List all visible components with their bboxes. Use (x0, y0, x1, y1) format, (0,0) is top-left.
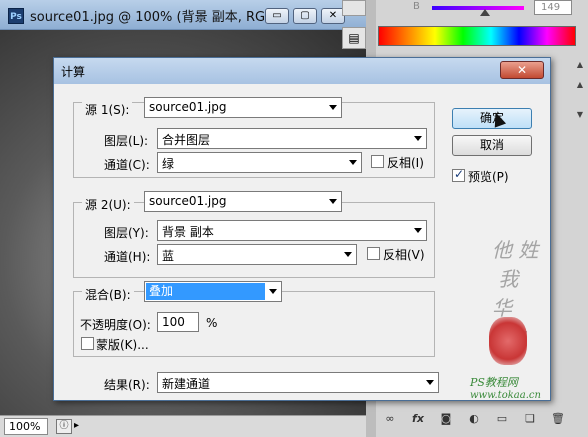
color-slider-thumb[interactable] (480, 9, 490, 16)
blend-mode-value: 叠加 (146, 283, 265, 300)
source2-layer-label: 图层(Y): (104, 226, 149, 240)
photoshop-app-icon: Ps (8, 8, 24, 24)
layers-toolbar: ∞ fx ◙ ◐ ▭ ❏ 🗑 (378, 408, 588, 432)
preview-label: 预览(P) (468, 170, 509, 184)
source2-layer-value: 背景 副本 (162, 225, 214, 239)
color-channel-label: B (413, 1, 420, 12)
source1-invert-label: 反相(I) (387, 156, 424, 170)
source1-layer-dropdown[interactable]: 合并图层 (157, 128, 427, 149)
chevron-down-icon (414, 136, 422, 141)
link-icon[interactable]: ∞ (382, 411, 398, 427)
red-seal-stamp (489, 317, 527, 365)
folder-icon[interactable]: ▭ (494, 411, 510, 427)
source2-channel-value: 蓝 (162, 249, 175, 263)
status-info-icon[interactable]: ⓘ (56, 419, 72, 434)
cancel-button[interactable]: 取消 (452, 135, 532, 156)
chevron-down-icon (269, 289, 277, 294)
new-layer-icon[interactable]: ❏ (522, 411, 538, 427)
chevron-down-icon (329, 199, 337, 204)
source1-channel-label: 通道(C): (104, 158, 150, 172)
scroll-down-arrow-icon[interactable]: ▼ (574, 110, 586, 122)
source2-invert-label: 反相(V) (383, 248, 425, 262)
opacity-label: 不透明度(O): (80, 318, 151, 332)
source2-invert-checkbox[interactable] (367, 247, 380, 260)
chevron-down-icon (426, 380, 434, 385)
source1-label: 源 1(S): (82, 101, 133, 118)
source1-invert-checkbox[interactable] (371, 155, 384, 168)
chevron-down-icon (349, 160, 357, 165)
result-dropdown[interactable]: 新建通道 (157, 372, 439, 393)
preview-checkbox[interactable]: ✓ (452, 167, 465, 182)
adjustment-icon[interactable]: ◐ (466, 411, 482, 427)
calculations-dialog: 计算 ✕ 源 1(S): source01.jpg 图层(L): 合并图层 通道… (53, 57, 551, 401)
document-statusbar: 100% ⓘ ▸ (0, 415, 366, 437)
opacity-unit: % (206, 316, 218, 330)
status-menu-arrow-icon[interactable]: ▸ (74, 420, 79, 431)
minimize-button[interactable]: ▭ (265, 8, 289, 24)
scroll-up-arrow-icon[interactable]: ▲ (574, 60, 586, 72)
chevron-down-icon (414, 228, 422, 233)
source1-channel-dropdown[interactable]: 绿 (157, 152, 362, 173)
mask-label[interactable]: 蒙版(K)... (96, 336, 149, 353)
trash-icon[interactable]: 🗑 (550, 411, 566, 427)
color-spectrum-bar[interactable] (378, 26, 576, 46)
source1-layer-label: 图层(L): (104, 134, 149, 148)
source1-file-value: source01.jpg (149, 100, 227, 114)
document-title: source01.jpg @ 100% (背景 副本, RG... (30, 10, 278, 25)
panel-collapse-button[interactable] (342, 0, 366, 16)
mask-icon[interactable]: ◙ (438, 411, 454, 427)
watermark-site-name: PS教程网 (470, 376, 518, 389)
source1-layer-value: 合并图层 (162, 133, 211, 147)
source2-channel-label: 通道(H): (104, 250, 151, 264)
fx-icon[interactable]: fx (410, 411, 426, 427)
chevron-down-icon (344, 252, 352, 257)
source2-file-dropdown[interactable]: source01.jpg (144, 191, 342, 212)
dialog-title: 计算 (61, 65, 86, 79)
source2-channel-dropdown[interactable]: 蓝 (157, 244, 357, 265)
checkmark-icon: ✓ (454, 167, 465, 181)
dialog-close-button[interactable]: ✕ (500, 61, 544, 79)
blend-label: 混合(B): (82, 286, 134, 303)
blend-mode-dropdown[interactable]: 叠加 (144, 281, 282, 302)
document-titlebar[interactable]: Ps source01.jpg @ 100% (背景 副本, RG... ▭ ▢… (0, 0, 366, 30)
color-channel-value-input[interactable]: 149 (534, 0, 572, 15)
color-slider-track[interactable] (432, 6, 524, 10)
source1-channel-value: 绿 (162, 157, 175, 171)
source2-label: 源 2(U): (82, 196, 134, 213)
dialog-titlebar[interactable]: 计算 ✕ (54, 58, 550, 84)
scroll-up-arrow-icon[interactable]: ▲ (574, 80, 586, 92)
chevron-down-icon (329, 105, 337, 110)
source1-file-dropdown[interactable]: source01.jpg (144, 97, 342, 118)
notes-icon[interactable]: ▤ (342, 27, 366, 49)
source2-layer-dropdown[interactable]: 背景 副本 (157, 220, 427, 241)
result-label: 结果(R): (104, 378, 150, 392)
restore-button[interactable]: ▢ (293, 8, 317, 24)
source2-file-value: source01.jpg (149, 194, 227, 208)
watermark-url: www.tokaa.cn (470, 390, 541, 401)
mask-checkbox[interactable] (81, 337, 94, 350)
result-value: 新建通道 (162, 377, 211, 391)
opacity-input[interactable]: 100 (157, 312, 199, 332)
zoom-level-input[interactable]: 100% (4, 418, 48, 435)
